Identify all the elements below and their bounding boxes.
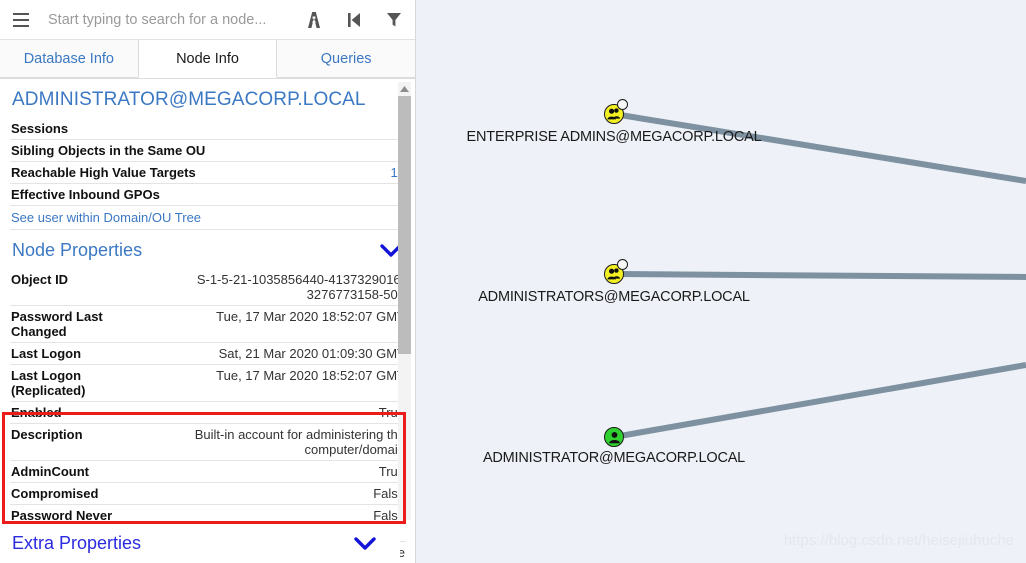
property-value: Tue, 17 Mar 2020 18:52:07 GMT [152, 364, 406, 402]
summary-key: Effective Inbound GPOs [10, 183, 216, 206]
graph-node-label: ADMINISTRATOR@MEGACORP.LOCAL [482, 450, 746, 466]
node-badge-icon [617, 99, 628, 110]
bloodhound-app: Database Info Node Info Queries ADMINIST… [0, 0, 1026, 563]
property-key: Compromised [10, 482, 153, 505]
graph-node-administrator[interactable] [604, 427, 624, 447]
property-key: Object ID [10, 269, 153, 306]
hamburger-icon[interactable] [8, 7, 34, 33]
property-value: Tue, 17 Mar 2020 18:52:07 GMT [152, 305, 406, 343]
graph-node-administrators[interactable] [604, 259, 628, 284]
chevron-down-icon[interactable] [354, 536, 376, 551]
summary-value[interactable]: 0 [215, 183, 406, 206]
node-properties-title: Node Properties [12, 240, 143, 260]
graph-node-label: ENTERPRISE ADMINS@MEGACORP.LOCAL [466, 129, 762, 145]
property-key: Enabled [10, 401, 153, 424]
property-key: Last Logon (Replicated) [10, 364, 153, 402]
table-row: Last Logon Sat, 21 Mar 2020 01:09:30 GMT [10, 342, 406, 365]
tab-node-info[interactable]: Node Info [137, 40, 278, 78]
table-row: AdminCount True [10, 460, 406, 483]
tab-queries[interactable]: Queries [277, 40, 415, 78]
graph-canvas[interactable]: ENTERPRISE ADMINS@MEGACORP.LOCAL ADMINIS… [416, 0, 1026, 563]
group-node-icon [604, 99, 628, 124]
summary-key: Sibling Objects in the Same OU [10, 139, 216, 162]
property-key: Last Logon [10, 342, 153, 365]
property-value: False [152, 482, 406, 505]
table-row: Description Built-in account for adminis… [10, 423, 406, 461]
filter-icon[interactable] [383, 9, 405, 31]
property-value: S-1-5-21-1035856440-4137329016-327677315… [152, 269, 406, 306]
graph-edge[interactable] [613, 362, 1026, 440]
summary-value[interactable]: 10 [215, 161, 406, 184]
node-summary-table: Sessions 0 Sibling Objects in the Same O… [10, 118, 406, 206]
watermark: https://blog.csdn.net/heisejiuhuche [783, 532, 1014, 549]
node-badge-icon [617, 259, 628, 270]
summary-key: Reachable High Value Targets [10, 161, 216, 184]
table-row: Sessions 0 [10, 118, 406, 140]
graph-node-enterprise-admins[interactable] [604, 99, 628, 124]
table-row: Last Logon (Replicated) Tue, 17 Mar 2020… [10, 364, 406, 402]
toolbar-icons [295, 9, 405, 31]
panel-tabs: Database Info Node Info Queries [0, 40, 415, 79]
extra-properties-header[interactable]: Extra Properties [0, 525, 400, 562]
extra-properties-region: Extra Properties [0, 525, 400, 563]
skip-to-start-icon[interactable] [343, 9, 365, 31]
search-bar [0, 0, 415, 40]
panel-scrollbar-thumb[interactable] [398, 96, 411, 354]
property-value: True [152, 401, 406, 424]
graph-node-label: ADMINISTRATORS@MEGACORP.LOCAL [478, 289, 750, 305]
table-row: Effective Inbound GPOs 0 [10, 183, 406, 206]
node-title: ADMINISTRATOR@MEGACORP.LOCAL [12, 89, 366, 110]
summary-key: Sessions [10, 118, 216, 140]
table-row: Sibling Objects in the Same OU 0 [10, 139, 406, 162]
node-properties-header[interactable]: Node Properties [10, 230, 406, 269]
summary-value[interactable]: 0 [215, 118, 406, 140]
property-value: True [152, 460, 406, 483]
left-info-panel: Database Info Node Info Queries ADMINIST… [0, 0, 416, 563]
property-key: Description [10, 423, 153, 461]
graph-edges [613, 111, 1026, 440]
graph-edge[interactable] [613, 271, 1026, 280]
node-properties-table: Object ID S-1-5-21-1035856440-4137329016… [10, 269, 406, 563]
graph-edge[interactable] [613, 111, 1026, 184]
table-row: Object ID S-1-5-21-1035856440-4137329016… [10, 269, 406, 306]
group-node-icon [604, 259, 628, 284]
extra-properties-title: Extra Properties [12, 533, 142, 553]
table-row: Password Last Changed Tue, 17 Mar 2020 1… [10, 305, 406, 343]
pathfinding-icon[interactable] [303, 9, 325, 31]
property-key: AdminCount [10, 460, 153, 483]
user-node-icon [604, 427, 624, 447]
table-row: Compromised False [10, 482, 406, 505]
node-info-body: ADMINISTRATOR@MEGACORP.LOCAL Sessions 0 … [0, 79, 415, 563]
summary-value[interactable]: 0 [215, 139, 406, 162]
table-row: Reachable High Value Targets 10 [10, 161, 406, 184]
property-key: Password Last Changed [10, 305, 153, 343]
scroll-up-arrow-icon[interactable] [398, 82, 411, 95]
table-row: Enabled True [10, 401, 406, 424]
property-value: Sat, 21 Mar 2020 01:09:30 GMT [152, 342, 406, 365]
search-input[interactable] [42, 11, 295, 28]
tab-database-info[interactable]: Database Info [0, 40, 138, 78]
domain-ou-tree-link[interactable]: See user within Domain/OU Tree [10, 206, 406, 230]
property-value: Built-in account for administering the c… [152, 423, 406, 461]
